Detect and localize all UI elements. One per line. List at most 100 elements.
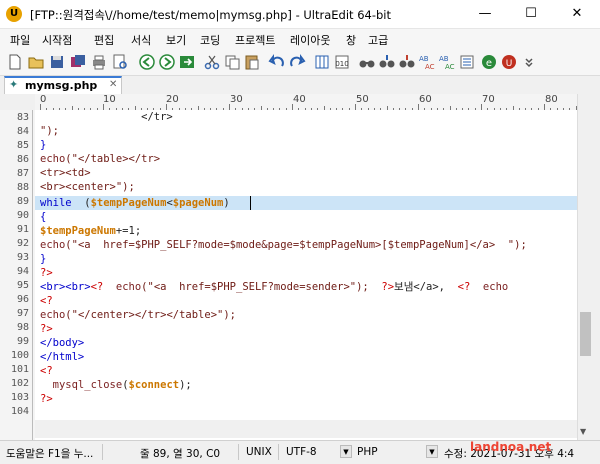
find-next-icon[interactable] — [378, 53, 396, 71]
find-icon[interactable] — [358, 53, 376, 71]
line-number: 100 — [10, 350, 29, 361]
paste-icon[interactable] — [243, 53, 261, 71]
ruler-label: 70 — [482, 94, 495, 105]
line-number-gutter[interactable]: 83 84 85 86 87 88 89 90 91 92 93 94 95 9… — [0, 110, 35, 440]
print-icon[interactable] — [90, 53, 108, 71]
line-number: 104 — [10, 406, 29, 417]
line-number: 101 — [10, 364, 29, 375]
line-number: 97 — [16, 308, 29, 319]
code-line-96: <? — [40, 295, 53, 307]
code-line-101: <? — [40, 365, 53, 377]
print-preview-icon[interactable] — [111, 53, 129, 71]
tab-close-icon[interactable]: ✕ — [109, 79, 117, 90]
menu-advanced[interactable]: 고급 — [368, 32, 388, 48]
line-number: 92 — [16, 238, 29, 249]
code-line-86: echo("</table></tr> — [40, 153, 161, 165]
toolbar-more-icon[interactable] — [520, 53, 538, 71]
vertical-scroll-thumb[interactable] — [580, 312, 591, 356]
copy-icon[interactable] — [223, 53, 241, 71]
line-number: 102 — [10, 378, 29, 389]
undo-icon[interactable] — [268, 53, 286, 71]
cut-icon[interactable] — [203, 53, 221, 71]
tab-bar: ✦ mymsg.php ✕ — [0, 76, 600, 94]
menu-view[interactable]: 보기 — [166, 32, 186, 48]
replace-in-files-icon[interactable]: AB AC — [438, 53, 456, 71]
ultraedit-home-icon[interactable]: U — [500, 53, 518, 71]
line-number: 90 — [16, 210, 29, 221]
column-ruler: 0 10 20 30 40 50 60 70 80 — [35, 94, 577, 111]
menu-edit[interactable]: 편집 — [94, 32, 114, 48]
status-separator — [278, 444, 279, 460]
menu-coding[interactable]: 코딩 — [200, 32, 220, 48]
menu-format[interactable]: 서식 — [131, 32, 151, 48]
code-line-99: </body> — [40, 337, 85, 349]
line-number: 98 — [16, 322, 29, 333]
ruler-label: 60 — [419, 94, 432, 105]
status-help: 도움말은 F1을 누... — [6, 448, 94, 460]
svg-text:010: 010 — [335, 60, 348, 68]
code-line-88: <br><center>"); — [40, 181, 135, 193]
line-number: 94 — [16, 266, 29, 277]
back-arrow-icon[interactable] — [138, 53, 156, 71]
line-number: 86 — [16, 154, 29, 165]
open-folder-icon[interactable] — [27, 53, 45, 71]
title-bar: U [FTP::원격접속\//home/test/memo|mymsg.php]… — [0, 0, 600, 29]
find-prev-icon[interactable] — [398, 53, 416, 71]
code-line-89: while ($tempPageNum<$pageNum) — [40, 197, 230, 209]
line-number: 89 — [16, 196, 29, 207]
redo-icon[interactable] — [288, 53, 306, 71]
new-file-icon[interactable] — [6, 53, 24, 71]
menu-layout[interactable]: 레이아웃 — [290, 32, 330, 48]
menu-file[interactable]: 파일 — [10, 32, 30, 48]
status-position[interactable]: 줄 89, 열 30, C0 — [140, 446, 220, 461]
goto-icon[interactable] — [178, 53, 196, 71]
code-line-93: } — [40, 253, 47, 265]
vertical-scrollbar[interactable] — [577, 94, 595, 440]
ruler-label: 10 — [103, 94, 116, 105]
code-line-84: "); — [40, 125, 59, 137]
code-line-103: ?> — [40, 393, 53, 405]
horizontal-scrollbar[interactable] — [35, 420, 577, 438]
code-line-102: mysql_close($connect); — [40, 379, 192, 391]
close-window-button[interactable]: ✕ — [554, 0, 600, 28]
code-line-94: ?> — [40, 267, 53, 279]
tab-mymsg-php[interactable]: ✦ mymsg.php ✕ — [4, 76, 122, 94]
ultraedit-app-icon[interactable]: U — [6, 6, 22, 22]
status-encoding[interactable]: UTF-8 — [286, 446, 317, 458]
syntax-dropdown-icon[interactable]: ▼ — [426, 445, 438, 458]
line-number: 99 — [16, 336, 29, 347]
code-editor[interactable]: </tr> "); } echo("</table></tr> <tr><td>… — [35, 110, 577, 440]
line-number: 103 — [10, 392, 29, 403]
status-separator — [102, 444, 103, 460]
menu-project[interactable]: 프로젝트 — [235, 32, 275, 48]
encoding-dropdown-icon[interactable]: ▼ — [340, 445, 352, 458]
forward-arrow-icon[interactable] — [158, 53, 176, 71]
line-number: 93 — [16, 252, 29, 263]
line-number: 83 — [16, 112, 29, 123]
web-search-icon[interactable]: e — [480, 53, 498, 71]
fold-guide — [32, 110, 33, 440]
window-title: [FTP::원격접속\//home/test/memo|mymsg.php] -… — [30, 8, 391, 22]
menu-window[interactable]: 창 — [346, 32, 356, 48]
toolbar: 010 AB AC AB AC e U — [0, 49, 600, 76]
code-line-85: } — [40, 139, 47, 151]
status-syntax[interactable]: PHP — [357, 446, 378, 458]
code-line-87: <tr><td> — [40, 167, 91, 179]
code-line-95: <br><br><? echo("<a href=$PHP_SELF?mode=… — [40, 281, 509, 293]
status-line-ending[interactable]: UNIX — [246, 446, 272, 458]
menu-start[interactable]: 시작점 — [42, 32, 72, 48]
minimize-button[interactable]: — — [462, 0, 508, 28]
save-all-icon[interactable] — [69, 53, 87, 71]
maximize-button[interactable]: ☐ — [508, 0, 554, 28]
hex-mode-icon[interactable]: 010 — [333, 53, 351, 71]
save-icon[interactable] — [48, 53, 66, 71]
scroll-down-arrow-icon[interactable]: ▼ — [580, 427, 586, 436]
list-lines-icon[interactable] — [458, 53, 476, 71]
ruler-label: 20 — [166, 94, 179, 105]
text-cursor — [250, 196, 251, 210]
code-line-83: </tr> — [40, 111, 173, 123]
pin-icon[interactable]: ✦ — [9, 79, 21, 91]
replace-icon[interactable]: AB AC — [418, 53, 436, 71]
column-mode-icon[interactable] — [313, 53, 331, 71]
watermark-text: landnoa.net — [470, 440, 552, 454]
